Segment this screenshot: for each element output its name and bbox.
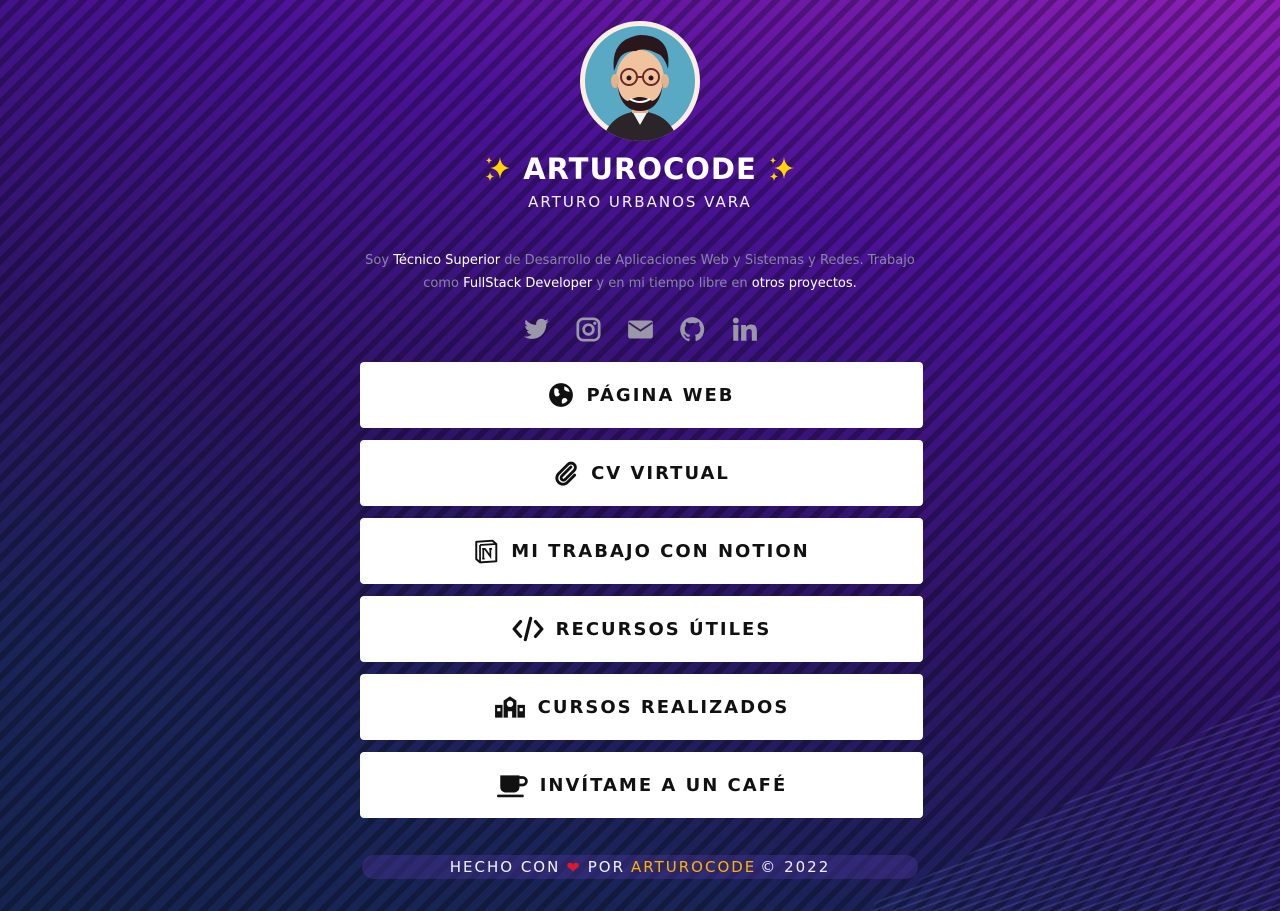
envelope-icon[interactable] (627, 316, 654, 343)
link-button-website[interactable]: PÁGINA WEB (360, 362, 923, 428)
bio-text-part: Soy (365, 253, 394, 268)
title-text: ARTUROCODE (523, 152, 757, 186)
footer: HECHO CON ❤ POR ARTUROCODE © 2022 (362, 855, 918, 879)
link-button-notion[interactable]: MI TRABAJO CON NOTION (360, 518, 923, 584)
link-button-resources[interactable]: RECURSOS ÚTILES (360, 596, 923, 662)
link-button-label: PÁGINA WEB (586, 384, 735, 406)
link-button-label: MI TRABAJO CON NOTION (511, 540, 810, 562)
link-button-label: CV VIRTUAL (591, 462, 730, 484)
profile-subtitle: ARTURO URBANOS VARA (528, 193, 752, 211)
footer-brand-link[interactable]: ARTUROCODE (631, 858, 756, 876)
social-links (0, 316, 1280, 343)
twitter-icon[interactable] (523, 316, 550, 343)
github-icon[interactable] (679, 316, 706, 343)
instagram-icon[interactable] (575, 316, 602, 343)
link-button-coffee[interactable]: INVÍTAME A UN CAFÉ (360, 752, 923, 818)
heart-icon: ❤ (566, 857, 582, 877)
link-button-cv[interactable]: CV VIRTUAL (360, 440, 923, 506)
code-icon (512, 616, 544, 642)
footer-by: POR (587, 858, 626, 876)
school-icon (494, 696, 525, 718)
link-button-label: INVÍTAME A UN CAFÉ (539, 774, 788, 796)
bio-text: Soy Técnico Superior de Desarrollo de Ap… (360, 249, 920, 295)
sparkles-icon (486, 157, 511, 181)
background-wave-decoration (860, 691, 1280, 911)
link-button-label: CURSOS REALIZADOS (537, 696, 790, 718)
bio-text-part: y en mi tiempo libre en (592, 276, 752, 291)
profile-title: ARTUROCODE (0, 150, 1280, 186)
notion-icon (475, 539, 498, 564)
link-button-label: RECURSOS ÚTILES (555, 618, 772, 640)
globe-icon (549, 383, 574, 407)
footer-made-with: HECHO CON (449, 858, 561, 876)
coffee-icon (496, 775, 528, 798)
link-button-courses[interactable]: CURSOS REALIZADOS (360, 674, 923, 740)
footer-copyright: © 2022 (760, 858, 831, 876)
avatar (580, 21, 700, 141)
paperclip-icon (555, 461, 577, 486)
sparkles-icon (769, 157, 794, 181)
bio-highlight-role: FullStack Developer (463, 276, 593, 291)
bio-highlight-title: Técnico Superior (393, 253, 501, 268)
bio-link-projects[interactable]: otros proyectos. (752, 276, 857, 291)
linkedin-icon[interactable] (731, 316, 758, 343)
